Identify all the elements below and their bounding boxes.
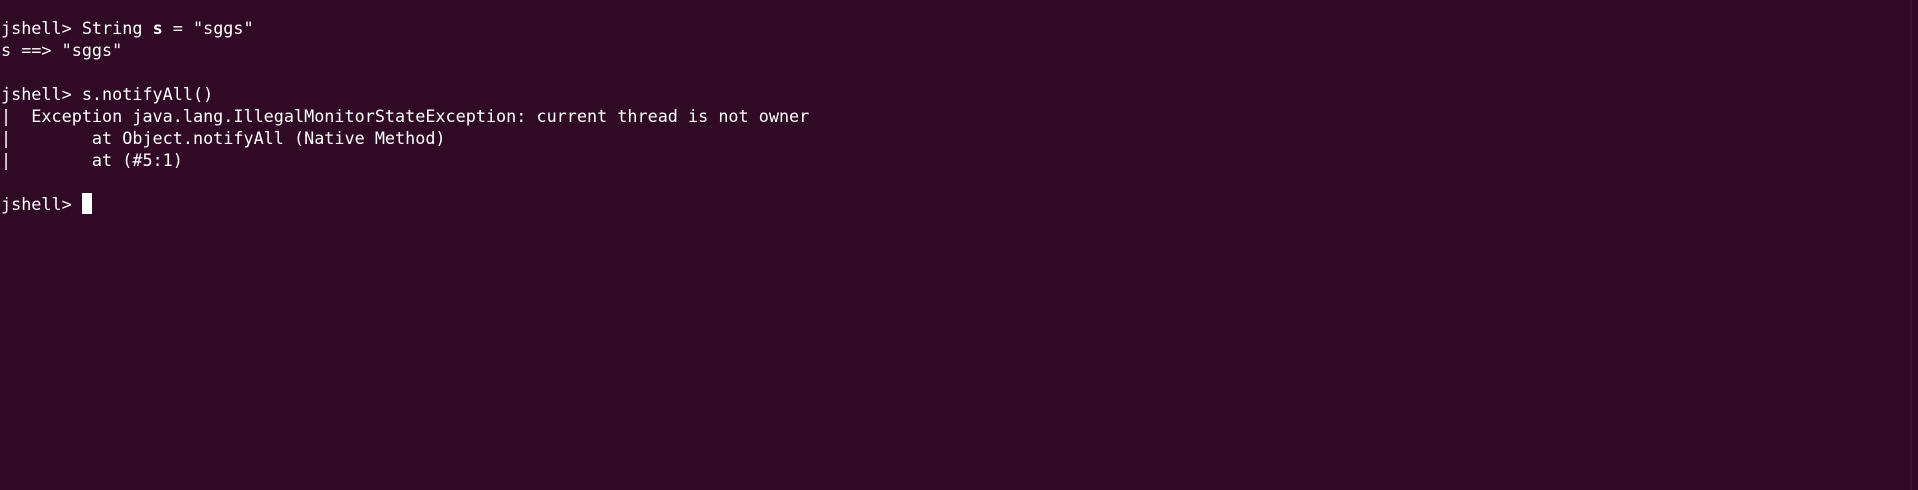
command-text-rest: = "sggs" [162, 18, 254, 38]
terminal-window[interactable]: jshell> String s = "sggs" s ==> "sggs" j… [0, 0, 1918, 490]
prompt: jshell> [1, 194, 82, 214]
terminal-line-4: jshell> s.notifyAll() [1, 83, 1918, 105]
text-cursor [81, 193, 92, 214]
terminal-input-line[interactable]: jshell> [1, 193, 1918, 215]
stack-trace-line: | at (#5:1) [1, 150, 183, 170]
command-text: String [81, 18, 153, 38]
prompt: jshell> [1, 84, 82, 104]
variable-name: s [152, 18, 163, 38]
command-text: s.notifyAll() [81, 84, 214, 104]
scrollbar[interactable] [1910, 0, 1912, 490]
terminal-line-1: jshell> String s = "sggs" [1, 17, 1918, 39]
terminal-output-line: s ==> "sggs" [1, 40, 123, 60]
stack-trace-line: | at Object.notifyAll (Native Method) [1, 128, 446, 148]
exception-line: | Exception java.lang.IllegalMonitorStat… [1, 106, 810, 126]
prompt: jshell> [1, 18, 82, 38]
